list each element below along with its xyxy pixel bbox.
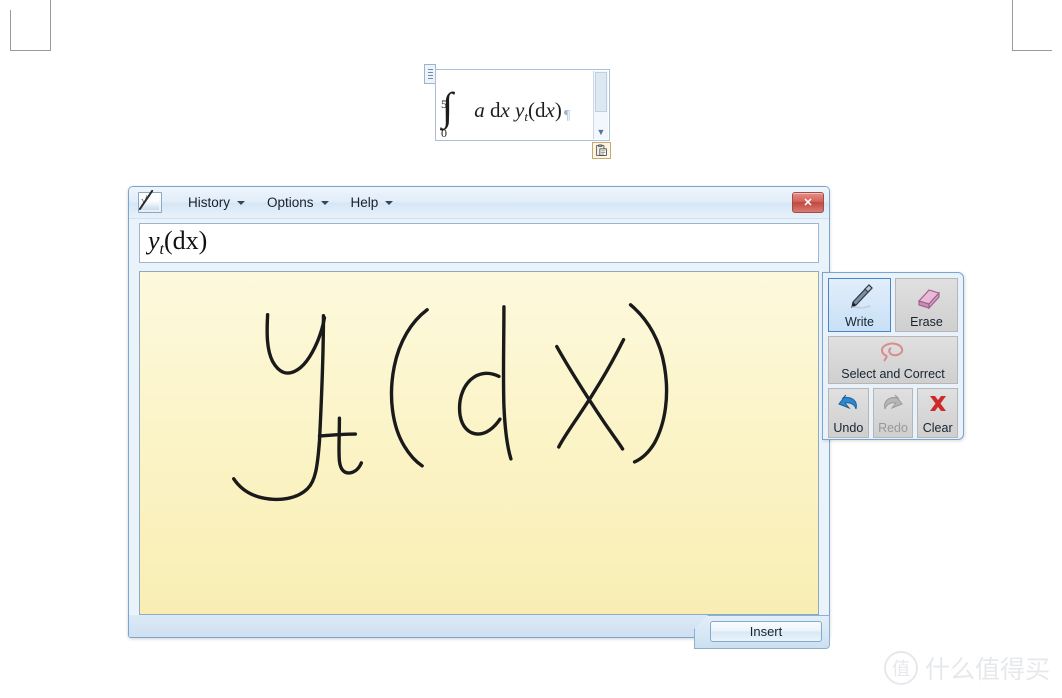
chevron-down-icon <box>237 200 246 205</box>
tool-row-select: Select and Correct <box>828 336 958 384</box>
math-input-panel-icon: √ <box>138 189 162 213</box>
undo-arrow-icon <box>829 389 868 420</box>
tool-row-actions: Undo Redo Clear <box>828 388 959 438</box>
write-tool-label: Write <box>845 314 874 329</box>
equation-scrollbar-thumb[interactable] <box>595 72 607 112</box>
close-button[interactable]: ✕ <box>792 192 824 213</box>
menu-options[interactable]: Options <box>256 191 340 214</box>
close-icon: ✕ <box>803 197 813 209</box>
paste-options-button[interactable] <box>592 142 611 159</box>
integral-lower-limit: 0 <box>440 126 447 140</box>
menu-history[interactable]: History <box>177 191 256 214</box>
red-x-icon <box>918 389 957 420</box>
equation-term-a: a <box>474 98 485 122</box>
watermark-mark: 值 <box>883 651 918 685</box>
insert-button-area: Insert <box>694 615 830 649</box>
pen-icon <box>829 279 890 314</box>
menu-history-label: History <box>188 195 231 210</box>
menu-bar: History Options Help <box>177 191 404 214</box>
redo-button[interactable]: Redo <box>872 388 914 438</box>
menu-help[interactable]: Help <box>340 191 405 214</box>
chevron-down-icon <box>385 200 394 205</box>
eraser-icon <box>896 279 957 314</box>
menu-options-label: Options <box>267 195 314 210</box>
erase-tool-button[interactable]: Erase <box>895 278 958 332</box>
recognition-preview[interactable]: yt(dx) <box>139 223 819 263</box>
preview-rest: (dx) <box>164 226 208 255</box>
clipboard-icon <box>596 144 607 156</box>
redo-label: Redo <box>878 420 908 435</box>
paragraph-mark: ¶ <box>563 108 571 123</box>
integral-upper-limit: 5 <box>440 97 447 111</box>
preview-y: y <box>148 226 160 255</box>
equation-differential-x: x <box>500 98 510 122</box>
lasso-icon <box>829 337 957 366</box>
window-footer: Insert <box>129 615 830 649</box>
erase-tool-label: Erase <box>910 314 943 329</box>
write-tool-button[interactable]: Write <box>828 278 891 332</box>
page-corner-mark-top-left <box>10 0 51 51</box>
page-corner-mark-top-right <box>1012 0 1052 51</box>
tool-row-primary: Write Erase <box>828 278 958 332</box>
undo-label: Undo <box>833 420 864 435</box>
scroll-down-icon[interactable]: ▼ <box>594 125 608 139</box>
clear-button[interactable]: Clear <box>917 388 959 438</box>
window-titlebar: √ History Options Help ✕ <box>129 187 829 219</box>
redo-arrow-icon <box>874 389 913 420</box>
recognition-preview-text: yt(dx) <box>148 228 207 258</box>
equation-paren-var: x <box>545 98 555 122</box>
ink-canvas[interactable] <box>139 271 819 615</box>
chevron-down-icon <box>320 200 329 205</box>
menu-help-label: Help <box>350 195 379 210</box>
equation-formula: ∫ 5 0 a dx yt(dx) ¶ <box>440 87 571 140</box>
watermark-text: 什么值得买 <box>924 655 1050 684</box>
equation-paren-close: ) <box>554 98 562 122</box>
equation-field[interactable]: ∫ 5 0 a dx yt(dx) ¶ ▼ <box>435 69 610 141</box>
equation-differential-d: d <box>489 98 501 122</box>
math-input-panel-window: √ History Options Help ✕ yt(dx) <box>128 186 830 649</box>
clear-label: Clear <box>922 420 953 435</box>
select-and-correct-button[interactable]: Select and Correct <box>828 336 958 384</box>
watermark: 值 什么值得买 <box>883 650 1050 686</box>
equation-scrollbar[interactable]: ▼ <box>593 71 608 139</box>
handwriting-ink <box>232 303 669 502</box>
equation-content: ∫ 5 0 a dx yt(dx) ¶ <box>440 73 591 140</box>
equation-term-y: y <box>515 98 525 122</box>
undo-button[interactable]: Undo <box>828 388 869 438</box>
tool-panel: Write Erase Select and Correct Undo Redo… <box>822 272 964 440</box>
equation-paren-open: (d <box>528 98 546 122</box>
insert-button[interactable]: Insert <box>710 621 822 642</box>
insert-button-label: Insert <box>749 624 783 639</box>
select-and-correct-label: Select and Correct <box>841 366 945 381</box>
